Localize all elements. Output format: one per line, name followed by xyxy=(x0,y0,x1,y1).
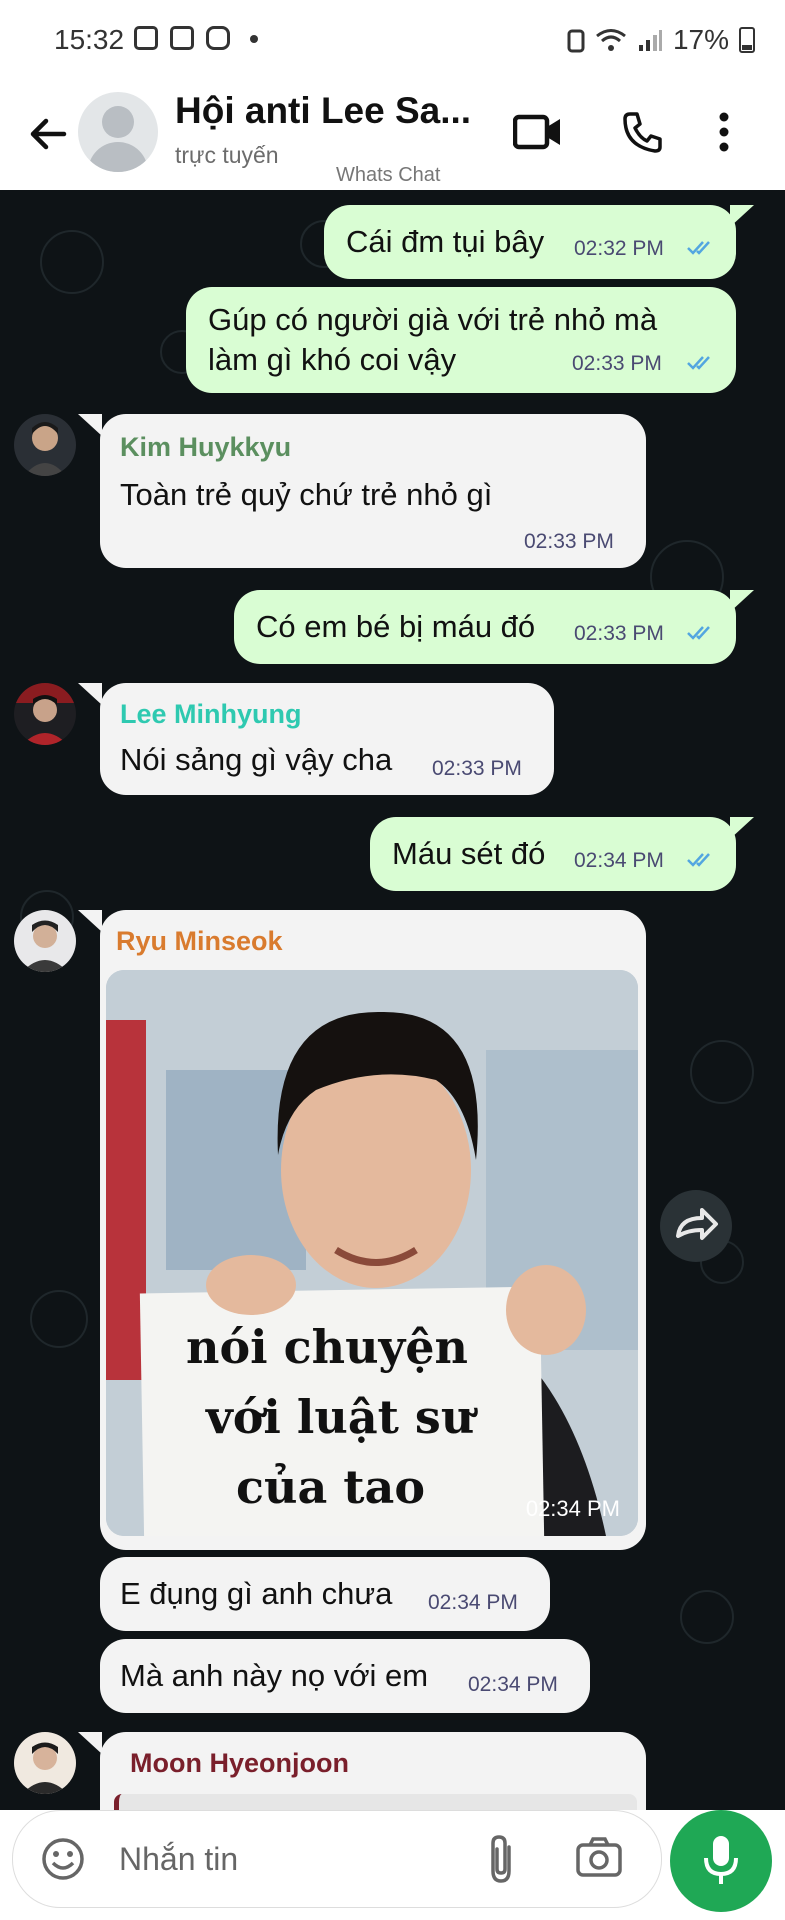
message-text-line-2: làm gì khó coi vậy xyxy=(208,342,457,377)
group-avatar[interactable] xyxy=(78,92,158,172)
bubble-tail xyxy=(78,1732,102,1754)
message-input-box[interactable]: Nhắn tin xyxy=(12,1810,662,1908)
chat-title[interactable]: Hội anti Lee Sa... xyxy=(175,90,471,132)
lock-battery-icon xyxy=(567,29,585,53)
forward-icon xyxy=(676,1208,718,1240)
meme-image[interactable]: nói chuyện với luật sư của tao 02:34 PM xyxy=(106,970,638,1536)
phone-icon xyxy=(623,112,662,153)
incoming-message[interactable]: Kim Huykkyu Toàn trẻ quỷ chứ trẻ nhỏ gì … xyxy=(100,414,646,568)
app-notification-icon xyxy=(170,26,194,50)
camera-icon[interactable] xyxy=(575,1835,623,1879)
message-text-line-1: Gúp có người già với trẻ nhỏ mà xyxy=(208,302,658,337)
message-text: Có em bé bị máu đó xyxy=(256,609,536,644)
sender-avatar-lee[interactable] xyxy=(14,683,76,745)
avatar-image xyxy=(14,683,76,745)
read-ticks-icon xyxy=(687,853,710,867)
gallery-icon xyxy=(134,26,158,50)
message-time: 02:33 PM xyxy=(432,757,522,780)
sender-name[interactable]: Ryu Minseok xyxy=(116,926,283,957)
incoming-message[interactable]: Lee Minhyung Nói sảng gì vậy cha 02:33 P… xyxy=(100,683,554,795)
bubble-tail xyxy=(78,683,102,705)
battery-icon xyxy=(739,27,755,53)
meme-photo xyxy=(106,970,638,1536)
chat-header: Hội anti Lee Sa... trực tuyến Whats Chat xyxy=(0,82,785,190)
message-time: 02:32 PM xyxy=(574,237,664,260)
doodle-bg xyxy=(30,1290,88,1348)
back-arrow-icon[interactable] xyxy=(24,110,72,158)
message-input-placeholder[interactable]: Nhắn tin xyxy=(119,1841,238,1878)
doodle-bg xyxy=(40,230,104,294)
read-ticks-icon xyxy=(687,356,710,370)
message-time: 02:33 PM xyxy=(524,530,614,553)
composer-bar: Nhắn tin xyxy=(0,1810,785,1920)
wifi-icon xyxy=(596,29,626,51)
notification-icons xyxy=(134,26,258,50)
read-ticks-icon xyxy=(687,241,710,255)
bubble-tail xyxy=(730,817,754,839)
status-right: 17% xyxy=(567,24,755,56)
message-text: Toàn trẻ quỷ chứ trẻ nhỏ gì xyxy=(120,477,493,512)
read-ticks-icon xyxy=(687,626,710,640)
incoming-message[interactable]: Mà anh này nọ với em 02:34 PM xyxy=(100,1639,590,1713)
attach-icon[interactable] xyxy=(483,1833,519,1885)
message-text: Mà anh này nọ với em xyxy=(120,1658,429,1693)
avatar-image xyxy=(14,1732,76,1794)
outgoing-message[interactable]: Gúp có người già với trẻ nhỏ mà làm gì k… xyxy=(186,287,736,393)
more-notifications-icon xyxy=(250,35,258,43)
message-time: 02:34 PM xyxy=(574,849,664,872)
forward-button[interactable] xyxy=(660,1190,732,1262)
microphone-icon xyxy=(704,1836,738,1884)
message-text: E đụng gì anh chưa xyxy=(120,1576,393,1611)
status-time: 15:32 xyxy=(54,24,125,55)
outgoing-message[interactable]: Máu sét đó 02:34 PM xyxy=(370,817,736,891)
sender-name[interactable]: Lee Minhyung xyxy=(120,699,302,730)
message-text: Máu sét đó xyxy=(392,836,546,871)
avatar-image xyxy=(24,422,66,476)
avatar-image xyxy=(22,920,68,972)
sender-avatar-ryu[interactable] xyxy=(14,910,76,972)
kebab-menu-icon xyxy=(719,112,729,152)
app-name: Whats Chat xyxy=(336,164,441,186)
voice-message-button[interactable] xyxy=(670,1810,772,1912)
bubble-tail xyxy=(78,414,102,436)
status-bar: 15:32 17% xyxy=(0,0,785,82)
sender-name[interactable]: Moon Hyeonjoon xyxy=(130,1748,349,1779)
message-time: 02:34 PM xyxy=(428,1591,518,1614)
bubble-tail xyxy=(730,590,754,612)
doodle-bg xyxy=(690,1040,754,1104)
sender-avatar-moon[interactable] xyxy=(14,1732,76,1794)
doodle-bg xyxy=(680,1590,734,1644)
emoji-icon[interactable] xyxy=(41,1837,85,1881)
signal-icon xyxy=(638,30,662,51)
voice-call-button[interactable] xyxy=(614,104,670,160)
message-text: Nói sảng gì vậy cha xyxy=(120,742,393,777)
bubble-tail xyxy=(730,205,754,227)
video-camera-icon xyxy=(513,114,560,150)
message-text: Cái đm tụi bây xyxy=(346,224,545,259)
message-time: 02:33 PM xyxy=(574,622,664,645)
battery-percent: 17% xyxy=(672,24,729,55)
meme-caption-line-3: của tao xyxy=(236,1460,426,1514)
outgoing-message[interactable]: Cái đm tụi bây 02:32 PM xyxy=(324,205,736,279)
incoming-message[interactable]: E đụng gì anh chưa 02:34 PM xyxy=(100,1557,550,1631)
message-time: 02:34 PM xyxy=(468,1673,558,1696)
meme-caption-line-1: nói chuyện xyxy=(186,1320,468,1374)
outgoing-message[interactable]: Có em bé bị máu đó 02:33 PM xyxy=(234,590,736,664)
instagram-icon xyxy=(206,26,230,50)
more-options-button[interactable] xyxy=(696,104,752,160)
message-time: 02:34 PM xyxy=(525,1496,620,1521)
meme-caption-line-2: với luật sư xyxy=(206,1390,475,1444)
bubble-tail xyxy=(78,910,102,932)
chat-status: trực tuyến xyxy=(175,142,279,168)
video-call-button[interactable] xyxy=(510,104,566,160)
sender-name[interactable]: Kim Huykkyu xyxy=(120,432,291,463)
message-time: 02:33 PM xyxy=(572,352,662,375)
sender-avatar-kim[interactable] xyxy=(14,414,76,476)
